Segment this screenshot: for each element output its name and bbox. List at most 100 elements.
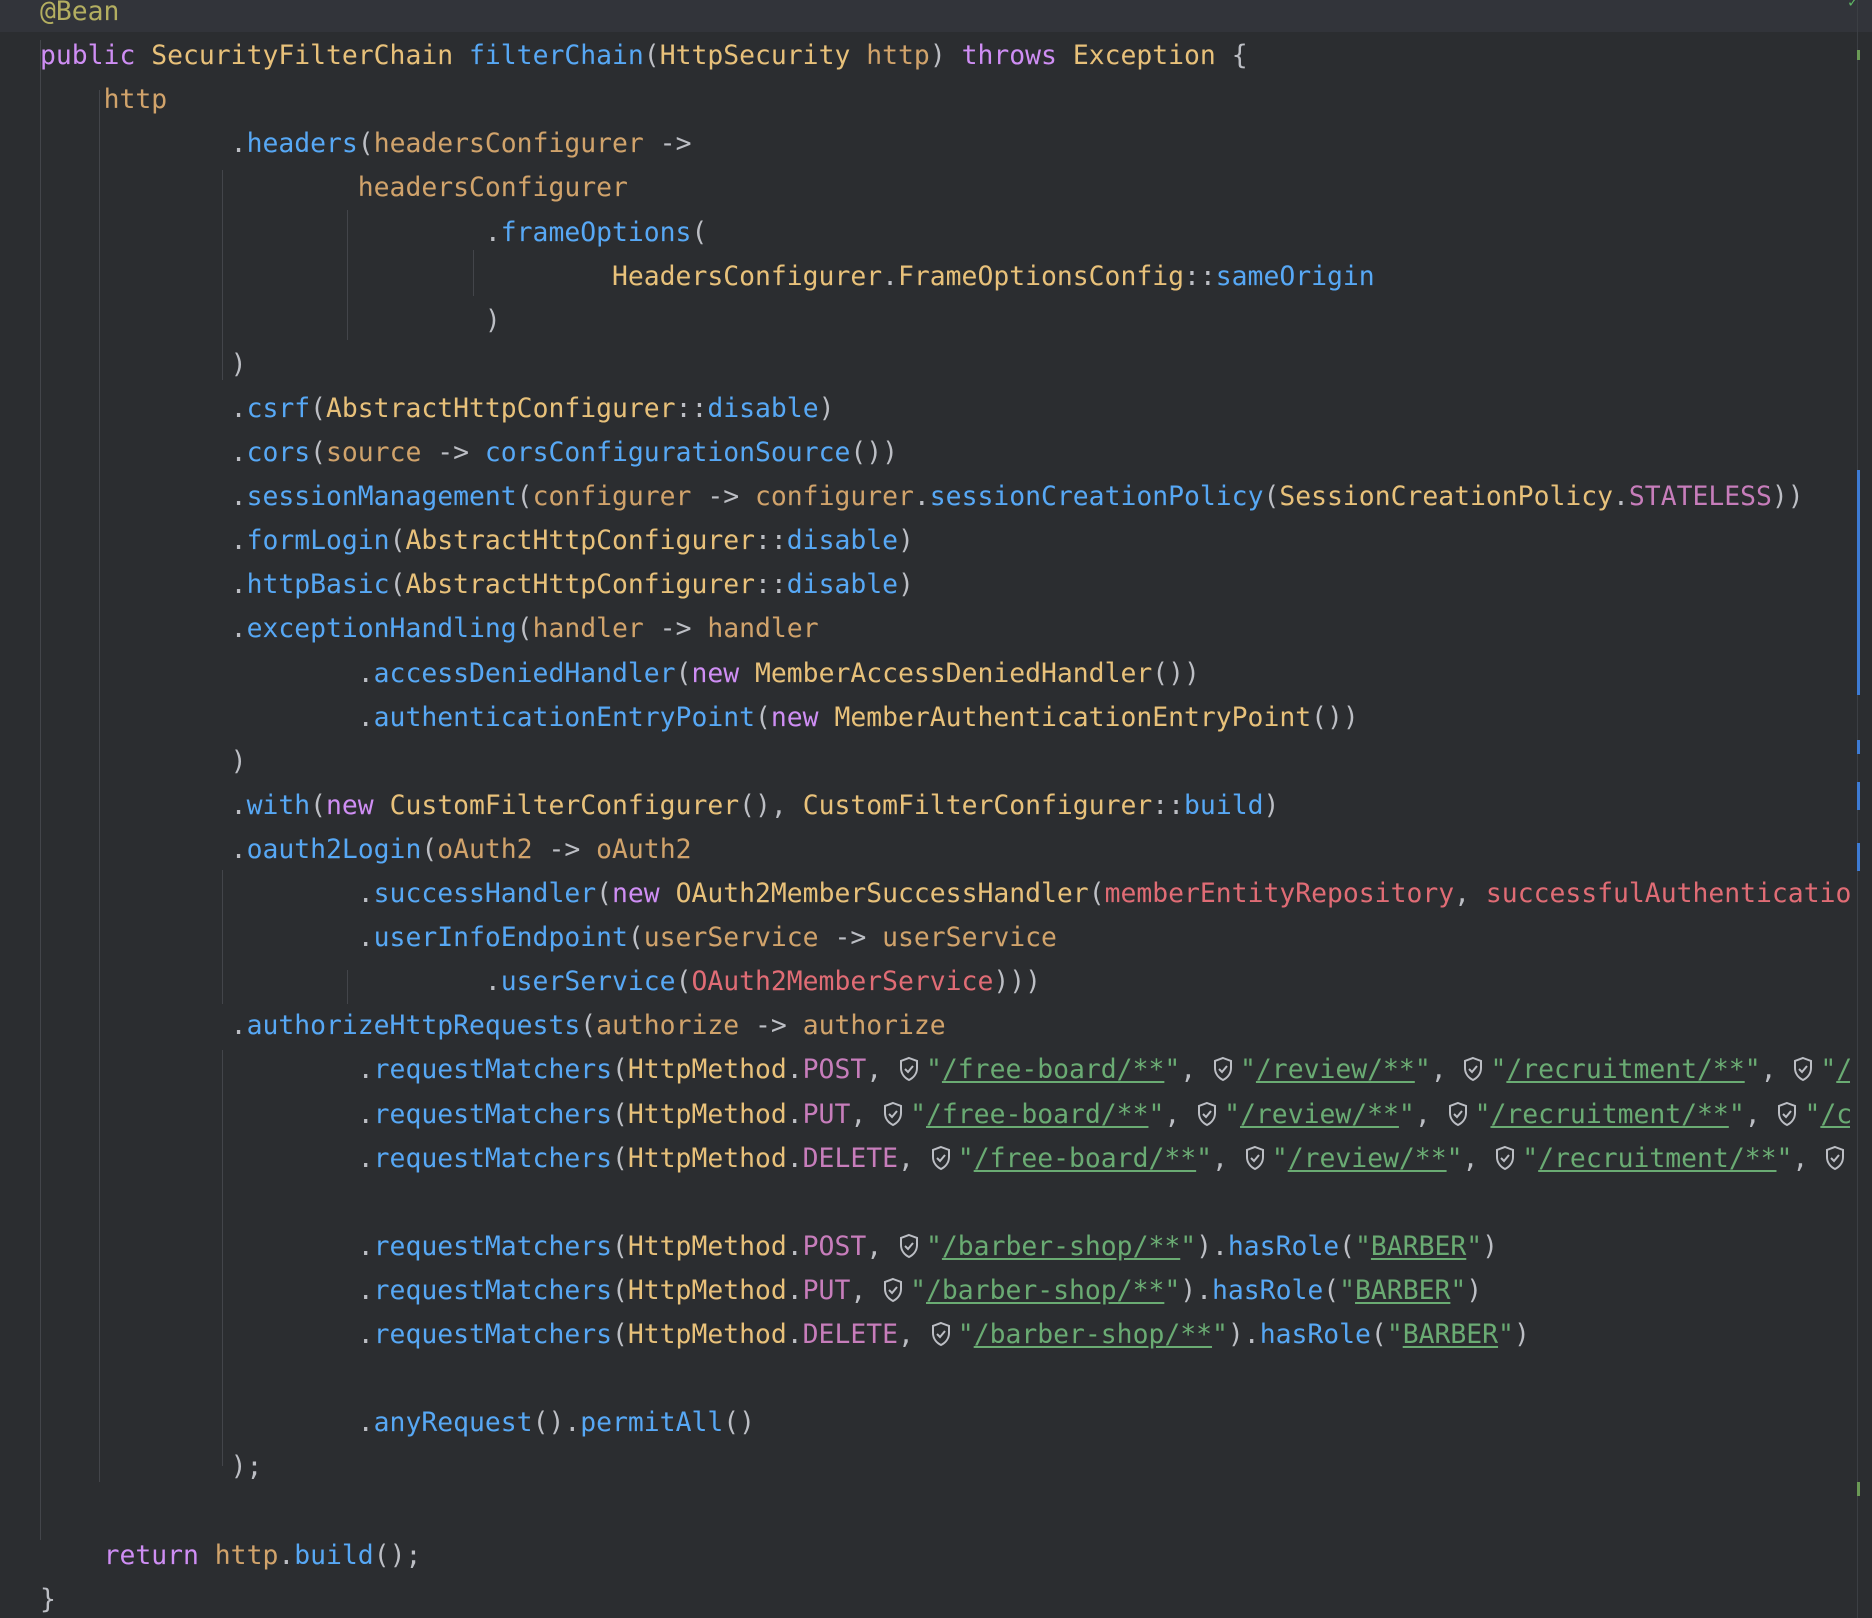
code-line[interactable]: public SecurityFilterChain filterChain(H…: [40, 34, 1248, 78]
code-line[interactable]: .accessDeniedHandler(new MemberAccessDen…: [40, 652, 1200, 696]
code-line[interactable]: .formLogin(AbstractHttpConfigurer::disab…: [40, 519, 914, 563]
code-token: ": [1744, 1054, 1761, 1086]
code-line[interactable]: .requestMatchers(HttpMethod.POST, "/free…: [40, 1048, 1850, 1092]
url-link[interactable]: /comm: [1820, 1099, 1850, 1130]
code-token: return: [103, 1539, 215, 1571]
change-marker[interactable]: [1857, 740, 1860, 754]
url-link[interactable]: /review/**: [1256, 1054, 1415, 1085]
code-editor[interactable]: @Bean public SecurityFilterChain filterCh…: [0, 0, 1872, 1618]
shield-check-icon[interactable]: [1462, 1056, 1484, 1082]
url-link[interactable]: /review/**: [1288, 1143, 1447, 1174]
code-token: ,: [866, 1054, 899, 1086]
shield-check-icon[interactable]: [1776, 1101, 1798, 1127]
url-link[interactable]: /free-board/**: [974, 1143, 1196, 1174]
code-line[interactable]: .frameOptions(: [40, 211, 707, 255]
code-token: (: [691, 216, 708, 248]
url-link[interactable]: /recruitment/**: [1490, 1099, 1728, 1130]
code-line[interactable]: .exceptionHandling(handler -> handler: [40, 607, 819, 651]
url-link[interactable]: /com: [1836, 1054, 1850, 1085]
code-line[interactable]: .httpBasic(AbstractHttpConfigurer::disab…: [40, 563, 914, 607]
checkmark-icon[interactable]: ✓: [1848, 0, 1864, 10]
url-link[interactable]: /recruitment/**: [1538, 1143, 1776, 1174]
code-line[interactable]: .csrf(AbstractHttpConfigurer::disable): [40, 387, 835, 431]
code-area[interactable]: @Bean public SecurityFilterChain filterCh…: [0, 0, 1850, 1618]
code-line[interactable]: return http.build();: [40, 1534, 422, 1578]
code-token: ()): [850, 437, 899, 468]
url-link[interactable]: /barber-shop/**: [942, 1231, 1180, 1262]
code-token: (: [516, 613, 533, 645]
url-link[interactable]: /review/**: [1240, 1099, 1399, 1130]
code-line[interactable]: .requestMatchers(HttpMethod.PUT, "/barbe…: [40, 1269, 1482, 1313]
url-link[interactable]: /barber-shop/**: [974, 1319, 1212, 1350]
code-line[interactable]: http: [40, 78, 168, 122]
url-link[interactable]: BARBER: [1355, 1275, 1450, 1306]
code-token: ": [1386, 1319, 1403, 1350]
code-line[interactable]: .userService(OAuth2MemberService))): [40, 960, 1041, 1004]
code-line[interactable]: @Bean: [40, 0, 119, 34]
change-marker[interactable]: [1857, 782, 1860, 810]
shield-check-icon[interactable]: [1196, 1101, 1218, 1127]
indent-guide: [222, 1050, 223, 1466]
code-token: disable: [786, 525, 899, 557]
shield-check-icon[interactable]: [1494, 1145, 1516, 1171]
url-link[interactable]: /recruitment/**: [1506, 1054, 1744, 1085]
change-marker[interactable]: [1857, 50, 1860, 60]
code-line[interactable]: .authorizeHttpRequests(authorize -> auth…: [40, 1004, 946, 1048]
change-marker[interactable]: [1857, 843, 1860, 871]
shield-check-icon[interactable]: [1244, 1145, 1266, 1171]
code-line[interactable]: .cors(source -> corsConfigurationSource(…: [40, 431, 898, 475]
code-token: ::: [675, 392, 708, 424]
code-line[interactable]: .requestMatchers(HttpMethod.PUT, "/free-…: [40, 1093, 1850, 1137]
shield-check-icon[interactable]: [930, 1145, 952, 1171]
url-link[interactable]: /barber-shop/**: [926, 1275, 1164, 1306]
code-token: ": [1180, 1230, 1197, 1262]
shield-check-icon[interactable]: [1824, 1145, 1846, 1171]
code-line[interactable]: .userInfoEndpoint(userService -> userSer…: [40, 916, 1057, 960]
shield-check-icon[interactable]: [882, 1277, 904, 1303]
code-line[interactable]: .requestMatchers(HttpMethod.DELETE, "/ba…: [40, 1313, 1530, 1357]
shield-check-icon[interactable]: [898, 1233, 920, 1259]
code-line[interactable]: }: [40, 1578, 56, 1618]
shield-check-icon[interactable]: [1447, 1101, 1469, 1127]
url-link[interactable]: /free-board/**: [942, 1054, 1164, 1085]
shield-check-icon[interactable]: [1212, 1056, 1234, 1082]
code-line[interactable]: );: [40, 1445, 263, 1489]
code-token: ": [1164, 1054, 1181, 1086]
shield-check-icon[interactable]: [898, 1056, 920, 1082]
code-line[interactable]: .successHandler(new OAuth2MemberSuccessH…: [40, 872, 1850, 916]
url-link[interactable]: /free-board/**: [926, 1099, 1148, 1130]
url-link[interactable]: BARBER: [1403, 1319, 1498, 1350]
code-line[interactable]: .authenticationEntryPoint(new MemberAuth…: [40, 696, 1359, 740]
code-line[interactable]: headersConfigurer: [40, 166, 628, 210]
code-line[interactable]: .sessionManagement(configurer -> configu…: [40, 475, 1804, 519]
code-line[interactable]: .headers(headersConfigurer ->: [40, 122, 692, 166]
code-token: ): [40, 348, 247, 380]
code-token: ": [1164, 1274, 1181, 1306]
indent-guide: [99, 90, 100, 1482]
code-line[interactable]: HeadersConfigurer.FrameOptionsConfig::sa…: [40, 255, 1375, 299]
code-token: ()): [1311, 701, 1359, 733]
code-line[interactable]: ): [40, 343, 247, 387]
shield-check-icon[interactable]: [882, 1101, 904, 1127]
code-line[interactable]: .requestMatchers(HttpMethod.POST, "/barb…: [40, 1225, 1498, 1269]
code-line[interactable]: ): [40, 740, 247, 784]
code-line[interactable]: .with(new CustomFilterConfigurer(), Cust…: [40, 784, 1280, 828]
code-token: memberEntityRepository: [1104, 878, 1455, 909]
code-token: HttpMethod: [627, 1319, 787, 1350]
code-token: userInfoEndpoint: [373, 922, 628, 954]
change-marker[interactable]: [1857, 470, 1860, 695]
code-token: requestMatchers: [373, 1142, 612, 1174]
code-line[interactable]: .anyRequest().permitAll(): [40, 1401, 755, 1445]
code-line[interactable]: .oauth2Login(oAuth2 -> oAuth2: [40, 828, 692, 872]
code-line[interactable]: .requestMatchers(HttpMethod.DELETE, "/fr…: [40, 1137, 1850, 1181]
shield-check-icon[interactable]: [1792, 1056, 1814, 1082]
shield-check-icon[interactable]: [930, 1321, 952, 1347]
code-token: AbstractHttpConfigurer: [326, 392, 676, 424]
code-token: http: [214, 1539, 279, 1571]
code-line[interactable]: ): [40, 299, 501, 343]
url-link[interactable]: BARBER: [1371, 1231, 1466, 1262]
code-token: .: [913, 481, 930, 513]
change-marker[interactable]: [1857, 1482, 1860, 1496]
code-token: ": [1271, 1142, 1288, 1174]
